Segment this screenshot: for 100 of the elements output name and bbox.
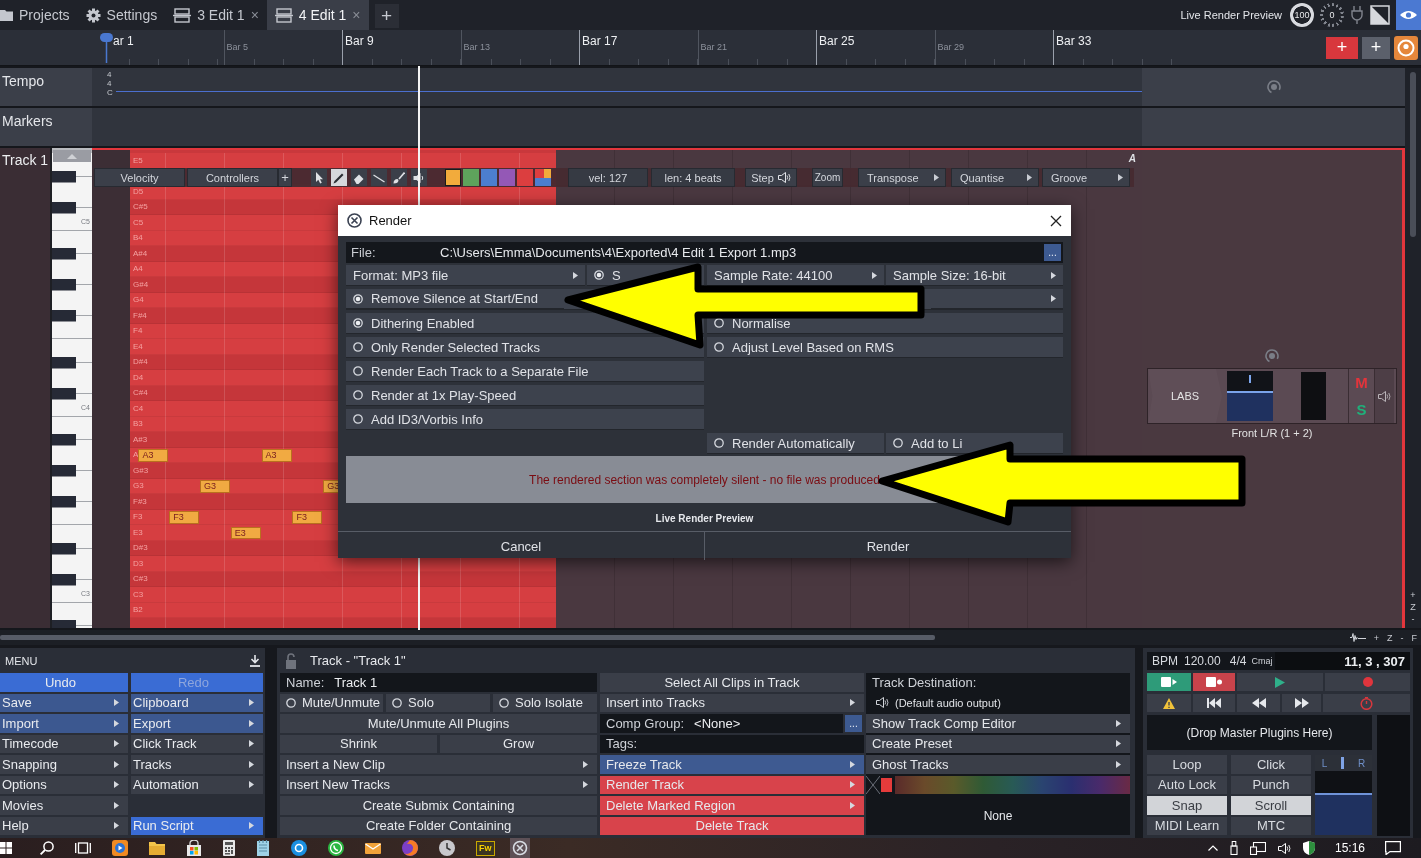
- zoom-out-button[interactable]: -: [1411, 614, 1415, 624]
- scrollbar-thumb[interactable]: [0, 635, 935, 640]
- notepad-icon[interactable]: [256, 840, 270, 856]
- close-tab-button[interactable]: ×: [250, 7, 259, 23]
- folder-icon[interactable]: [149, 841, 165, 855]
- color-swatch-icon[interactable]: [517, 169, 533, 186]
- menu-item[interactable]: Undo: [0, 673, 128, 692]
- text-field[interactable]: [647, 734, 864, 753]
- browse-button[interactable]: ...: [845, 715, 862, 732]
- speaker-button[interactable]: [1374, 369, 1394, 423]
- transport-button[interactable]: [1237, 673, 1323, 691]
- fill-button[interactable]: F: [1411, 632, 1417, 643]
- new-tab-button[interactable]: +: [374, 4, 399, 28]
- color-swatch-icon[interactable]: [445, 169, 461, 186]
- radio-option[interactable]: Add to Li: [886, 433, 1063, 454]
- add-button[interactable]: +: [278, 168, 292, 187]
- browse-button[interactable]: ...: [1044, 244, 1061, 261]
- shield-icon[interactable]: [1302, 841, 1315, 855]
- zoom-fit-button[interactable]: Z: [1410, 602, 1416, 612]
- menu-button[interactable]: Create Preset: [866, 734, 1130, 753]
- action-button[interactable]: Grow: [440, 734, 597, 753]
- transport-button[interactable]: [1282, 694, 1321, 712]
- color-spectrum[interactable]: [895, 775, 1130, 794]
- text-field[interactable]: Track 1: [334, 673, 597, 692]
- transport-button[interactable]: [1147, 694, 1191, 712]
- menu-button[interactable]: Render Track: [600, 775, 864, 794]
- toggle-button[interactable]: MTC: [1231, 816, 1311, 835]
- value-readout[interactable]: vel: 127: [568, 168, 648, 187]
- download-icon[interactable]: [249, 654, 261, 667]
- zoom-fit-button[interactable]: Z: [1387, 632, 1393, 643]
- monitor-icon[interactable]: [1249, 841, 1266, 855]
- midi-note[interactable]: G3: [200, 480, 230, 493]
- midi-note[interactable]: A3: [138, 449, 169, 462]
- tab[interactable]: Projects: [0, 0, 78, 30]
- menu-item[interactable]: Movies: [0, 796, 128, 815]
- action-button[interactable]: Shrink: [280, 734, 437, 753]
- zoom-button[interactable]: Zoom: [812, 168, 843, 187]
- action-button[interactable]: Select All Clips in Track: [600, 673, 864, 692]
- action-button[interactable]: Create Folder Containing: [280, 816, 597, 835]
- menu-button[interactable]: Insert into Tracks: [600, 693, 864, 712]
- drop-zone[interactable]: (Drop Master Plugins Here): [1147, 715, 1372, 750]
- eye-icon[interactable]: [1396, 0, 1421, 30]
- close-icon[interactable]: [1050, 214, 1062, 227]
- menu-item[interactable]: Help: [0, 816, 128, 835]
- dropdown-button[interactable]: Format: MP3 file: [346, 265, 585, 286]
- color-swatch-icon[interactable]: [881, 777, 892, 792]
- editor-button[interactable]: Velocity: [94, 168, 185, 187]
- toggle-button[interactable]: Auto Lock: [1147, 775, 1227, 794]
- dropdown-button[interactable]: Sample Size: 16-bit: [886, 265, 1063, 286]
- menu-item[interactable]: Save: [0, 693, 128, 712]
- zoom-in-button[interactable]: +: [1410, 590, 1416, 600]
- text-field[interactable]: <None>: [694, 714, 843, 733]
- usb-stick-icon[interactable]: [1229, 841, 1238, 855]
- ring-circle-icon[interactable]: [291, 840, 307, 856]
- dropdown-button[interactable]: Groove: [1042, 168, 1130, 187]
- tool-button[interactable]: [311, 169, 327, 186]
- menu-item[interactable]: Timecode: [0, 734, 128, 753]
- midi-note[interactable]: F3: [292, 511, 323, 524]
- transport-button[interactable]: [1193, 694, 1235, 712]
- menu-item[interactable]: Options: [0, 775, 128, 794]
- radio-option[interactable]: Mute/Unmute: [280, 693, 383, 712]
- knob[interactable]: 0: [1320, 3, 1344, 27]
- dropdown-button[interactable]: Quantise: [951, 168, 1039, 187]
- radio-option[interactable]: Render Automatically: [707, 433, 884, 454]
- chat-bubble-icon[interactable]: [1385, 841, 1401, 855]
- dialog-button[interactable]: Render: [704, 532, 1071, 560]
- tab[interactable]: 3 Edit 1 ×: [165, 0, 267, 30]
- radio-option[interactable]: Solo: [386, 693, 490, 712]
- menu-button[interactable]: Delete Marked Region: [600, 796, 864, 815]
- toggle-button[interactable]: Scroll: [1231, 796, 1311, 815]
- menu-item[interactable]: Run Script: [131, 816, 263, 835]
- envelope-icon[interactable]: [365, 841, 381, 855]
- multicolor-swatch-icon[interactable]: [535, 169, 551, 186]
- action-button[interactable]: Delete Track: [600, 816, 864, 835]
- color-swatch-icon[interactable]: [463, 169, 479, 186]
- zoom-in-button[interactable]: +: [1373, 632, 1379, 643]
- add-button[interactable]: +: [1362, 36, 1390, 59]
- waveform-icon[interactable]: [1349, 633, 1366, 642]
- radio-option[interactable]: Only Render Selected Tracks: [346, 337, 704, 358]
- phone-bubble-icon[interactable]: [328, 840, 344, 856]
- menu-button[interactable]: Ghost Tracks: [866, 755, 1130, 774]
- menu-item[interactable]: Import: [0, 714, 128, 733]
- menu-button[interactable]: Show Track Comp Editor: [866, 714, 1130, 733]
- tool-button[interactable]: [391, 169, 407, 186]
- task-view-icon[interactable]: [75, 841, 91, 855]
- tool-button[interactable]: [371, 169, 387, 186]
- menu-item[interactable]: Click Track: [131, 734, 263, 753]
- menu-button[interactable]: Insert New Tracks: [280, 775, 597, 794]
- browser-globe-icon[interactable]: [402, 840, 418, 856]
- action-button[interactable]: Create Submix Containing: [280, 796, 597, 815]
- file-path-field[interactable]: C:\Users\Emma\Documents\4\Exported\4 Edit 1 Export 1.mp3: [440, 245, 1042, 260]
- calculator-icon[interactable]: [223, 840, 235, 856]
- tool-button[interactable]: [331, 169, 347, 186]
- step-button[interactable]: Step: [745, 168, 797, 187]
- play-tile-icon[interactable]: [112, 840, 128, 856]
- editor-button[interactable]: Controllers: [187, 168, 278, 187]
- menu-button[interactable]: Freeze Track: [600, 755, 864, 774]
- dropdown-button[interactable]: Transpose: [858, 168, 946, 187]
- crossed-circle-icon[interactable]: [509, 838, 530, 858]
- radio-option[interactable]: Render at 1x Play-Speed: [346, 385, 704, 406]
